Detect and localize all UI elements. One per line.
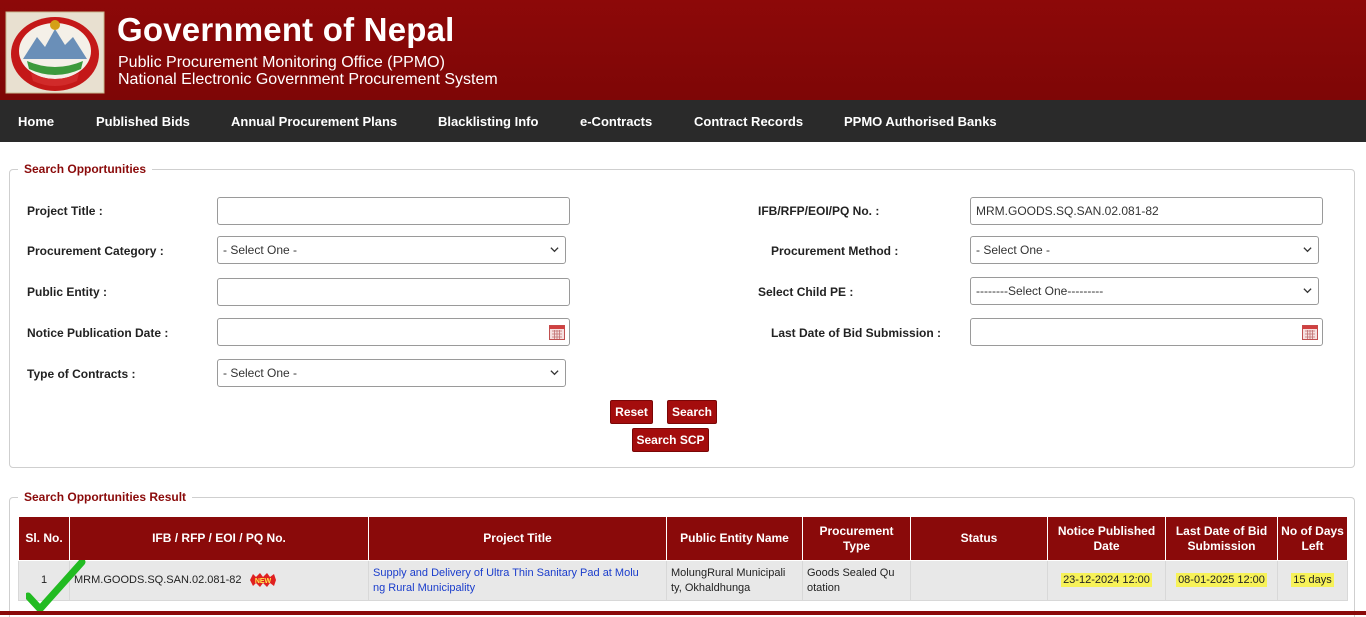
chevron-down-icon [1303,288,1312,294]
notice-publication-date-input[interactable] [217,318,570,346]
cell-public-entity: MolungRural Municipali ty, Okhaldhunga [666,560,803,601]
site-subtitle-ppmo: Public Procurement Monitoring Office (PP… [118,54,445,71]
col-last-date-bid-submission[interactable]: Last Date of Bid Submission [1165,516,1278,561]
col-ifb-no[interactable]: IFB / RFP / EOI / PQ No. [69,516,369,561]
child-pe-select[interactable]: --------Select One--------- [970,277,1319,305]
new-badge-text: NEW [254,578,271,585]
last-date-bid-submission-input[interactable] [970,318,1323,346]
ifb-number-input[interactable]: MRM.GOODS.SQ.SAN.02.081-82 [970,197,1323,225]
notice-publication-date-label: Notice Publication Date : [27,326,169,340]
col-status[interactable]: Status [910,516,1048,561]
ifb-number-text: MRM.GOODS.SQ.SAN.02.081-82 [74,574,242,586]
chevron-down-icon [550,247,559,253]
site-subtitle-egp: National Electronic Government Procureme… [118,71,498,88]
results-table: Sl. No. IFB / RFP / EOI / PQ No. Project… [18,516,1348,601]
calendar-icon[interactable] [549,325,565,340]
search-opportunities-legend: Search Opportunities [18,162,153,176]
site-title: Government of Nepal [117,11,455,48]
bottom-rule [0,611,1366,615]
main-nav: Home Published Bids Annual Procurement P… [0,100,1366,142]
col-sl-no[interactable]: Sl. No. [18,516,70,561]
chevron-down-icon [1303,247,1312,253]
procurement-method-value: - Select One - [976,243,1051,257]
nav-published-bids[interactable]: Published Bids [96,114,190,129]
nav-e-contracts[interactable]: e-Contracts [580,114,652,129]
procurement-method-label: Procurement Method : [771,244,899,258]
cell-ifb-no[interactable]: MRM.GOODS.SQ.SAN.02.081-82 NEW [69,560,369,601]
nav-blacklisting-info[interactable]: Blacklisting Info [438,114,538,129]
project-title-label: Project Title : [27,204,103,218]
new-badge-icon: NEW [249,573,276,588]
chevron-down-icon [550,370,559,376]
table-row[interactable]: 1 MRM.GOODS.SQ.SAN.02.081-82 NEW Supply … [18,560,1348,601]
type-of-contracts-select[interactable]: - Select One - [217,359,566,387]
nav-contract-records[interactable]: Contract Records [694,114,803,129]
procurement-category-label: Procurement Category : [27,244,164,258]
col-notice-published-date[interactable]: Notice Published Date [1047,516,1166,561]
type-line1: Goods Sealed Qu [807,566,895,579]
notice-date-value: 23-12-2024 12:00 [1061,573,1152,587]
procurement-category-value: - Select One - [223,243,298,257]
last-date-value: 08-01-2025 12:00 [1176,573,1267,587]
days-left-value: 15 days [1291,573,1334,587]
nav-annual-procurement-plans[interactable]: Annual Procurement Plans [231,114,397,129]
col-public-entity[interactable]: Public Entity Name [666,516,803,561]
public-entity-label: Public Entity : [27,285,108,299]
procurement-method-select[interactable]: - Select One - [970,236,1319,264]
cell-last-date: 08-01-2025 12:00 [1165,560,1278,601]
search-results-legend: Search Opportunities Result [18,490,193,504]
child-pe-value: --------Select One--------- [976,284,1104,298]
nav-home[interactable]: Home [18,114,54,129]
col-project-title[interactable]: Project Title [368,516,667,561]
search-button[interactable]: Search [667,400,717,424]
cell-notice-date: 23-12-2024 12:00 [1047,560,1166,601]
project-title-line2: ng Rural Municipality [373,581,476,594]
col-days-left[interactable]: No of Days Left [1277,516,1348,561]
green-checkmark-icon [26,560,86,613]
cell-project-title-link[interactable]: Supply and Delivery of Ultra Thin Sanita… [368,560,667,601]
type-of-contracts-label: Type of Contracts : [27,367,136,381]
type-of-contracts-value: - Select One - [223,366,298,380]
calendar-icon[interactable] [1302,325,1318,340]
project-title-line1: Supply and Delivery of Ultra Thin Sanita… [373,566,639,579]
cell-procurement-type: Goods Sealed Qu otation [802,560,911,601]
results-header-row: Sl. No. IFB / RFP / EOI / PQ No. Project… [18,516,1348,561]
search-scp-button[interactable]: Search SCP [632,428,709,452]
nepal-emblem-logo [5,11,105,94]
child-pe-label: Select Child PE : [758,285,854,299]
entity-line1: MolungRural Municipali [671,566,786,579]
nav-ppmo-authorised-banks[interactable]: PPMO Authorised Banks [844,114,997,129]
procurement-category-select[interactable]: - Select One - [217,236,566,264]
last-date-bid-submission-label: Last Date of Bid Submission : [771,326,942,340]
cell-status [910,560,1048,601]
project-title-input[interactable] [217,197,570,225]
site-header: Government of Nepal Public Procurement M… [0,0,1366,100]
entity-line2: ty, Okhaldhunga [671,581,751,594]
col-procurement-type[interactable]: Procurement Type [802,516,911,561]
ifb-number-label: IFB/RFP/EOI/PQ No. : [758,204,880,218]
public-entity-input[interactable] [217,278,570,306]
cell-days-left: 15 days [1277,560,1348,601]
type-line2: otation [807,581,841,594]
reset-button[interactable]: Reset [610,400,653,424]
